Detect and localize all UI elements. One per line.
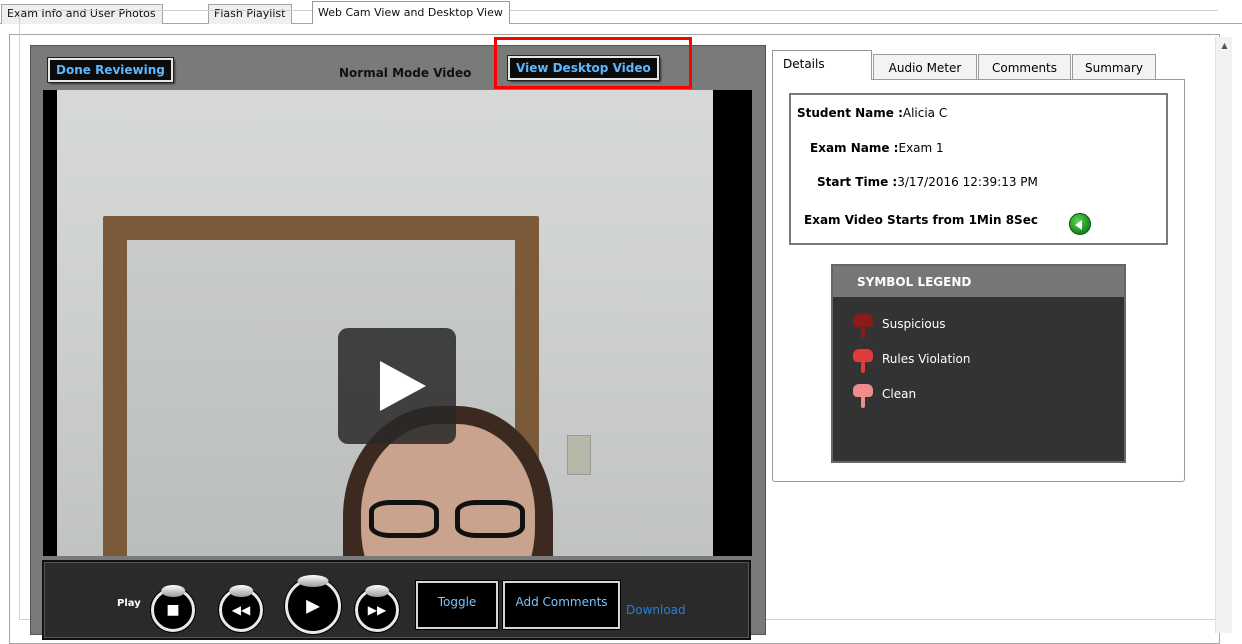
tab-comments[interactable]: Comments	[978, 54, 1071, 80]
clean-pin-icon	[853, 384, 873, 408]
exam-name-label: Exam Name :	[810, 141, 899, 155]
play-label: Play	[117, 598, 141, 609]
person-glasses	[369, 500, 527, 542]
pin-stem	[861, 360, 865, 373]
light-switch	[567, 435, 591, 475]
video-start-label: Exam Video Starts from 1Min 8Sec	[804, 213, 1038, 227]
webcam-frame-image	[57, 90, 713, 556]
symbol-legend-title: SYMBOL LEGEND	[833, 266, 1124, 297]
tab-summary[interactable]: Summary	[1072, 54, 1156, 80]
pin-stem	[861, 395, 865, 408]
toggle-button[interactable]: Toggle	[416, 581, 498, 629]
tab-web-cam-desktop[interactable]: Web Cam View and Desktop View	[312, 1, 510, 25]
pin-stem	[861, 325, 865, 338]
start-time-value: 3/17/2016 12:39:13 PM	[897, 175, 1038, 189]
legend-label-rules-violation: Rules Violation	[882, 352, 971, 366]
webcam-video[interactable]	[43, 90, 752, 556]
symbol-legend: SYMBOL LEGEND Suspicious Rules Violation…	[831, 264, 1126, 463]
details-tab-bar: Details Audio Meter Comments Summary	[772, 50, 1192, 80]
fast-forward-icon: ▶▶	[367, 603, 387, 617]
legend-label-suspicious: Suspicious	[882, 317, 946, 331]
exam-name-value: Exam 1	[898, 141, 944, 155]
student-name-label: Student Name :	[797, 106, 903, 120]
button-highlight	[365, 585, 389, 597]
button-highlight	[229, 585, 253, 597]
button-highlight	[297, 575, 329, 587]
rules-violation-pin-icon	[853, 349, 873, 373]
done-reviewing-button[interactable]: Done Reviewing	[48, 58, 173, 82]
button-highlight	[161, 585, 185, 597]
exam-name-row: Exam Name :Exam 1	[810, 141, 944, 155]
seek-to-start-icon[interactable]	[1069, 213, 1091, 235]
tab-details[interactable]: Details	[772, 50, 872, 80]
play-icon	[380, 361, 426, 411]
legend-label-clean: Clean	[882, 387, 917, 401]
stop-icon: ■	[166, 602, 180, 618]
play-button[interactable]: ▶	[285, 575, 341, 634]
add-comments-button[interactable]: Add Comments	[503, 581, 620, 629]
scroll-up-icon[interactable]: ▲	[1216, 37, 1233, 54]
suspicious-pin-icon	[853, 314, 873, 338]
student-name-row: Student Name :Alicia C	[797, 106, 947, 120]
rewind-icon: ◀◀	[231, 603, 251, 617]
student-name-value: Alicia C	[902, 106, 948, 120]
highlight-rectangle	[494, 37, 692, 89]
fast-forward-button[interactable]: ▶▶	[355, 585, 399, 632]
rewind-button[interactable]: ◀◀	[219, 585, 263, 632]
video-start-row: Exam Video Starts from 1Min 8Sec	[804, 213, 1038, 227]
play-overlay-button[interactable]	[338, 328, 456, 444]
stop-button[interactable]: ■	[151, 585, 195, 632]
video-mode-title: Normal Mode Video	[339, 66, 472, 80]
vertical-scrollbar[interactable]: ▲	[1215, 37, 1232, 633]
start-time-label: Start Time :	[817, 175, 898, 189]
tab-audio-meter[interactable]: Audio Meter	[873, 54, 977, 80]
play-icon: ▶	[306, 595, 320, 617]
download-link[interactable]: Download	[626, 603, 686, 617]
start-time-row: Start Time :3/17/2016 12:39:13 PM	[817, 175, 1038, 189]
glasses-lens-right	[455, 500, 525, 538]
glasses-lens-left	[369, 500, 439, 538]
